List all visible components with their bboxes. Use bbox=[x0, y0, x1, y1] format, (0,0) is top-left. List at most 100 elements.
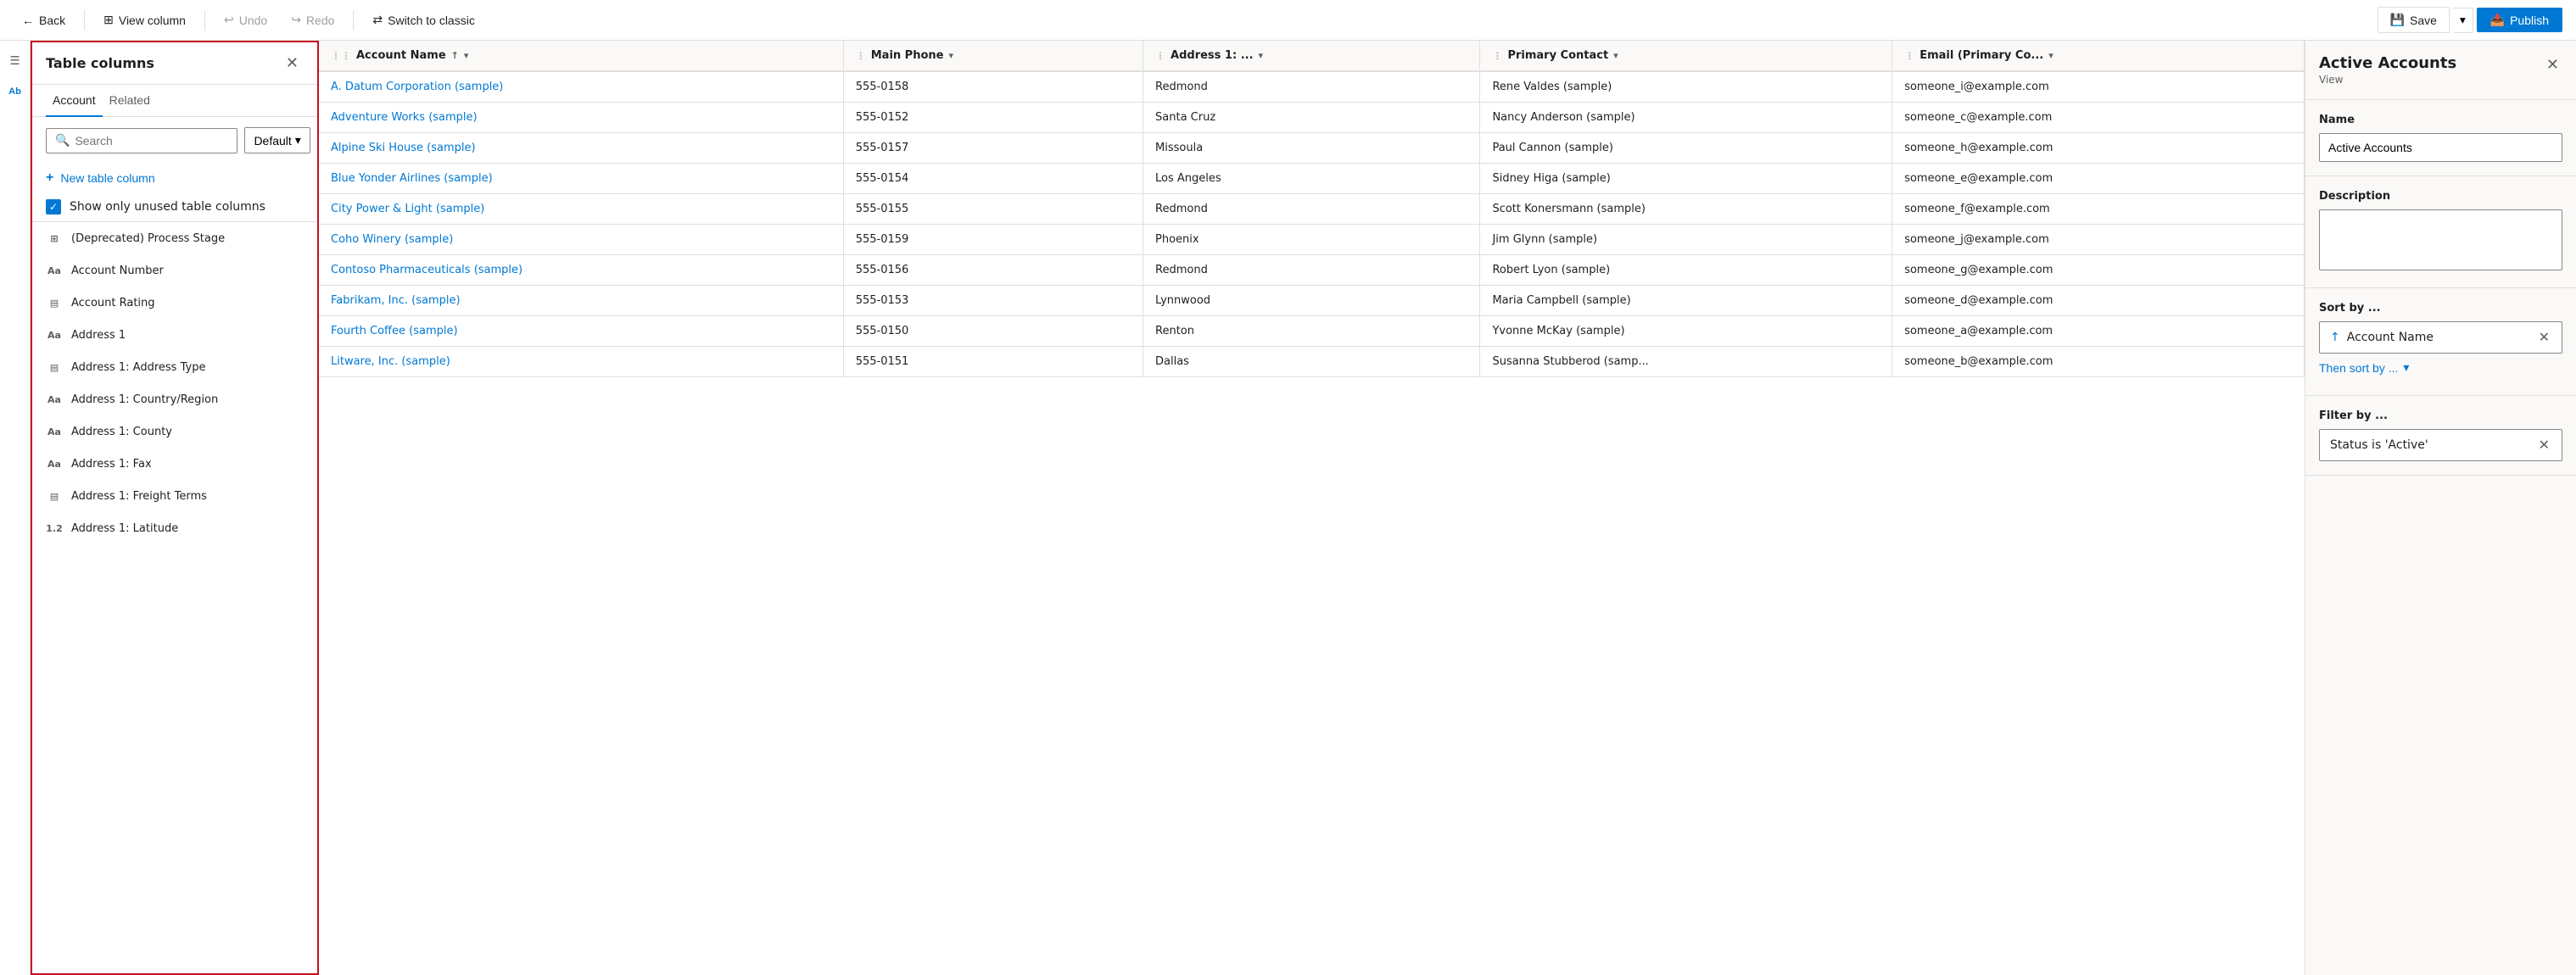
text-type-icon-button[interactable]: Ab bbox=[2, 78, 29, 105]
cell-phone: 555-0154 bbox=[843, 164, 1143, 194]
hamburger-icon: ☰ bbox=[10, 54, 20, 68]
new-column-button[interactable]: + New table column bbox=[32, 164, 317, 192]
col-header-main-phone[interactable]: ⋮ Main Phone ▾ bbox=[843, 41, 1143, 71]
panel-close-button[interactable]: ✕ bbox=[281, 53, 304, 74]
view-column-button[interactable]: ⊞ View column bbox=[95, 8, 194, 32]
filter-pill-remove-button[interactable]: ✕ bbox=[2537, 437, 2551, 454]
then-sort-button[interactable]: Then sort by ... ▾ bbox=[2319, 354, 2409, 382]
rp-subtitle: View bbox=[2319, 74, 2456, 86]
chevron-down-icon: ▾ bbox=[2460, 14, 2466, 26]
table-row[interactable]: City Power & Light (sample) 555-0155 Red… bbox=[319, 194, 2305, 225]
rp-description-input[interactable] bbox=[2319, 209, 2562, 270]
tab-related[interactable]: Related bbox=[103, 85, 157, 117]
col-item-label: Address 1: Freight Terms bbox=[71, 490, 304, 503]
hamburger-icon-button[interactable]: ☰ bbox=[2, 47, 29, 75]
table-row[interactable]: Fourth Coffee (sample) 555-0150 Renton Y… bbox=[319, 316, 2305, 347]
col-header-email[interactable]: ⋮ Email (Primary Co... ▾ bbox=[1892, 41, 2305, 71]
column-item[interactable]: ▤ Account Rating bbox=[32, 287, 317, 319]
column-item[interactable]: Aa Address 1 bbox=[32, 319, 317, 351]
table-row[interactable]: Adventure Works (sample) 555-0152 Santa … bbox=[319, 103, 2305, 133]
col-header-address[interactable]: ⋮ Address 1: ... ▾ bbox=[1143, 41, 1480, 71]
column-item[interactable]: Aa Address 1: Fax bbox=[32, 448, 317, 480]
main-layout: ☰ Ab Table columns ✕ Account Related 🔍 D… bbox=[0, 41, 2576, 975]
column-item[interactable]: ⊞ (Deprecated) Process Stage bbox=[32, 222, 317, 254]
table-columns-panel: Table columns ✕ Account Related 🔍 Defaul… bbox=[31, 41, 319, 975]
unused-columns-checkbox-option[interactable]: ✓ Show only unused table columns bbox=[32, 192, 317, 222]
sort-handle-icon: ⋮⋮ bbox=[331, 50, 351, 62]
cell-email: someone_c@example.com bbox=[1892, 103, 2305, 133]
cell-email: someone_d@example.com bbox=[1892, 286, 2305, 316]
column-item[interactable]: Aa Address 1: County bbox=[32, 415, 317, 448]
cell-phone: 555-0151 bbox=[843, 347, 1143, 377]
cell-name: City Power & Light (sample) bbox=[319, 194, 843, 225]
grid-area[interactable]: ⋮⋮ Account Name ↑ ▾ ⋮ Main Phone ▾ bbox=[319, 41, 2305, 975]
col-phone-filter-icon[interactable]: ▾ bbox=[948, 50, 953, 61]
col-contact-filter-icon[interactable]: ▾ bbox=[1613, 50, 1618, 61]
default-dropdown-button[interactable]: Default ▾ bbox=[244, 127, 310, 153]
cell-phone: 555-0155 bbox=[843, 194, 1143, 225]
cell-contact: Sidney Higa (sample) bbox=[1480, 164, 1892, 194]
text-type-icon: Ab bbox=[8, 86, 21, 97]
table-row[interactable]: Blue Yonder Airlines (sample) 555-0154 L… bbox=[319, 164, 2305, 194]
table-row[interactable]: A. Datum Corporation (sample) 555-0158 R… bbox=[319, 71, 2305, 103]
cell-contact: Rene Valdes (sample) bbox=[1480, 71, 1892, 103]
col-address-filter-icon[interactable]: ▾ bbox=[1259, 50, 1264, 61]
col-sep-icon: ⋮ bbox=[856, 50, 866, 62]
back-button[interactable]: ← Back bbox=[14, 8, 74, 32]
toolbar-right: 💾 Save ▾ 📤 Publish bbox=[2378, 7, 2562, 33]
cell-email: someone_i@example.com bbox=[1892, 71, 2305, 103]
switch-classic-button[interactable]: ⇄ Switch to classic bbox=[364, 8, 483, 32]
redo-button[interactable]: ↪ Redo bbox=[282, 8, 343, 32]
separator-2 bbox=[204, 10, 205, 31]
cell-contact: Susanna Stubberod (samp... bbox=[1480, 347, 1892, 377]
tab-account[interactable]: Account bbox=[46, 85, 103, 117]
cell-name: Blue Yonder Airlines (sample) bbox=[319, 164, 843, 194]
table-row[interactable]: Alpine Ski House (sample) 555-0157 Misso… bbox=[319, 133, 2305, 164]
default-label: Default bbox=[254, 134, 291, 148]
col-primary-contact-label: Primary Contact bbox=[1507, 49, 1608, 62]
table-row[interactable]: Contoso Pharmaceuticals (sample) 555-015… bbox=[319, 255, 2305, 286]
column-item[interactable]: ▤ Address 1: Freight Terms bbox=[32, 480, 317, 512]
col-header-primary-contact[interactable]: ⋮ Primary Contact ▾ bbox=[1480, 41, 1892, 71]
save-dropdown-button[interactable]: ▾ bbox=[2453, 8, 2473, 33]
cell-email: someone_g@example.com bbox=[1892, 255, 2305, 286]
grid-body: A. Datum Corporation (sample) 555-0158 R… bbox=[319, 71, 2305, 377]
col-email-label: Email (Primary Co... bbox=[1919, 49, 2043, 62]
col-filter-icon[interactable]: ▾ bbox=[464, 50, 469, 61]
search-input[interactable] bbox=[75, 134, 228, 148]
col-header-account-name[interactable]: ⋮⋮ Account Name ↑ ▾ bbox=[319, 41, 843, 71]
undo-icon: ↩ bbox=[224, 13, 234, 27]
publish-icon: 📤 bbox=[2490, 13, 2505, 27]
undo-button[interactable]: ↩ Undo bbox=[215, 8, 276, 32]
column-item[interactable]: Aa Account Number bbox=[32, 254, 317, 287]
cell-phone: 555-0157 bbox=[843, 133, 1143, 164]
column-item[interactable]: Aa Address 1: Country/Region bbox=[32, 383, 317, 415]
column-item[interactable]: ▤ Address 1: Address Type bbox=[32, 351, 317, 383]
table-row[interactable]: Litware, Inc. (sample) 555-0151 Dallas S… bbox=[319, 347, 2305, 377]
rp-name-section: Name bbox=[2305, 100, 2576, 176]
publish-button[interactable]: 📤 Publish bbox=[2477, 8, 2562, 32]
sort-up-icon: ↑ bbox=[2330, 331, 2340, 344]
toolbar: ← Back ⊞ View column ↩ Undo ↪ Redo ⇄ Swi… bbox=[0, 0, 2576, 41]
cell-name: Contoso Pharmaceuticals (sample) bbox=[319, 255, 843, 286]
save-button[interactable]: 💾 Save bbox=[2378, 7, 2450, 33]
then-sort-label: Then sort by ... bbox=[2319, 361, 2398, 375]
cell-contact: Jim Glynn (sample) bbox=[1480, 225, 1892, 255]
rp-name-input[interactable] bbox=[2319, 133, 2562, 162]
rp-close-button[interactable]: ✕ bbox=[2543, 54, 2562, 75]
table-row[interactable]: Coho Winery (sample) 555-0159 Phoenix Ji… bbox=[319, 225, 2305, 255]
cell-phone: 555-0159 bbox=[843, 225, 1143, 255]
filter-pill: Status is 'Active' ✕ bbox=[2319, 429, 2562, 461]
column-item[interactable]: 1.2 Address 1: Latitude bbox=[32, 512, 317, 544]
panel-tabs: Account Related bbox=[32, 85, 317, 117]
cell-email: someone_e@example.com bbox=[1892, 164, 2305, 194]
col-type-icon: Aa bbox=[46, 423, 63, 440]
col-sep-icon-4: ⋮ bbox=[1904, 50, 1914, 62]
col-sep-icon-2: ⋮ bbox=[1155, 50, 1165, 62]
cell-address: Redmond bbox=[1143, 71, 1480, 103]
col-email-filter-icon[interactable]: ▾ bbox=[2048, 50, 2054, 61]
separator-3 bbox=[353, 10, 354, 31]
unused-columns-label: Show only unused table columns bbox=[70, 200, 265, 214]
table-row[interactable]: Fabrikam, Inc. (sample) 555-0153 Lynnwoo… bbox=[319, 286, 2305, 316]
sort-pill-remove-button[interactable]: ✕ bbox=[2537, 329, 2551, 346]
